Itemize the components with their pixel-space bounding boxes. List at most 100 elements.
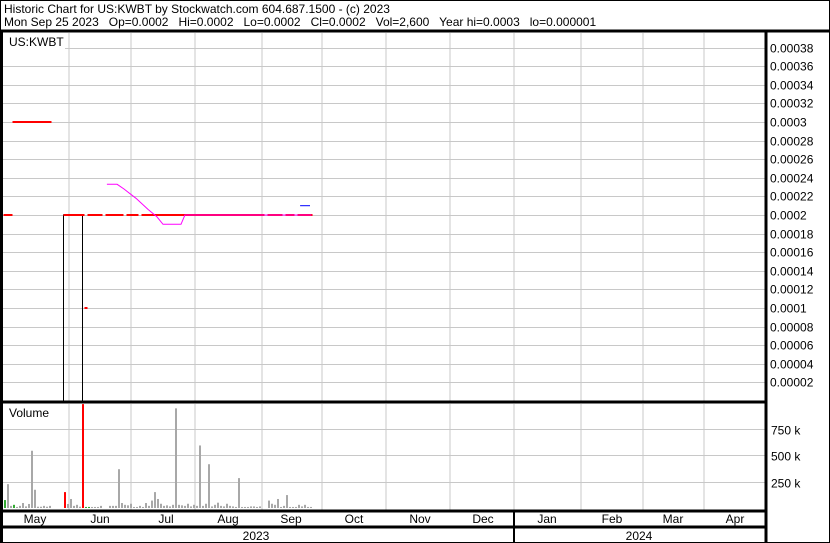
volume-bar [208,464,210,508]
price-tick-label: 0.00018 [770,228,814,242]
price-close-tick [63,214,67,216]
price-tick-label: 0.00008 [770,321,814,335]
price-close-tick [144,214,148,216]
volume-bar [7,484,9,508]
volume-bar [280,506,282,508]
year-label: 2024 [626,529,653,543]
volume-panel-label: Volume [9,406,49,420]
price-tick-label: 0.0003 [770,116,807,130]
volume-bar [154,492,156,508]
volume-bar [115,505,117,508]
volume-bar [64,492,66,508]
price-close-tick [126,214,130,216]
price-tick-label: 0.00006 [770,339,814,353]
volume-bar [127,505,129,508]
price-close-tick [27,121,31,123]
volume-bar [235,506,237,508]
price-tick-label: 0.00012 [770,283,814,297]
month-label: Nov [409,512,430,526]
price-close-tick [177,214,181,216]
volume-bar [31,450,33,508]
quote-summary: Mon Sep 25 2023 Op=0.0002 Hi=0.0002 Lo=0… [4,15,596,29]
volume-bar [247,506,249,508]
price-tick-label: 0.00028 [770,135,814,149]
month-label: Jul [158,512,173,526]
price-close-tick [78,214,82,216]
volume-bar [40,506,42,508]
price-close-tick [66,214,70,216]
volume-bar [139,505,141,508]
volume-bar [19,505,21,508]
volume-bar [175,408,177,508]
volume-bar [43,505,45,508]
volume-bar [28,503,30,508]
price-close-tick [105,214,109,216]
volume-bar [241,506,243,508]
volume-bar [16,506,18,508]
year-label: 2023 [243,529,270,543]
price-close-tick [45,121,49,123]
price-close-tick [162,214,166,216]
volume-bar [184,505,186,508]
price-close-tick [30,121,34,123]
volume-bar [151,500,153,508]
price-tick-label: 0.00002 [770,376,814,390]
volume-bar [211,506,213,508]
price-close-tick [99,214,103,216]
month-label: Mar [663,512,684,526]
price-tick-label: 0.0001 [770,302,807,316]
volume-bar [310,506,312,508]
volume-bar [253,506,255,508]
price-tick-label: 0.00016 [770,246,814,260]
volume-bar [124,504,126,508]
price-close-tick [24,121,28,123]
volume-bar [112,505,114,508]
price-close-tick [180,214,184,216]
volume-bar [97,506,99,508]
volume-bar [130,503,132,508]
volume-bar [298,504,300,508]
price-close-tick [132,214,136,216]
volume-bar [289,506,291,508]
volume-bar [163,505,165,508]
volume-bar [82,404,84,508]
price-close-tick [39,121,43,123]
volume-bar [274,504,276,508]
volume-bar [220,505,222,508]
price-close-tick [69,214,73,216]
volume-bar [187,503,189,508]
volume-bar [91,506,93,508]
price-close-tick [36,121,40,123]
volume-bar [133,506,135,508]
volume-bar [244,506,246,508]
month-label: Sep [280,512,302,526]
price-close-tick [81,214,85,216]
volume-bar [121,503,123,508]
volume-bar [76,504,78,508]
volume-bar [217,502,219,508]
volume-bar [169,506,171,508]
price-close-tick [3,214,7,216]
price-close-tick [21,121,25,123]
volume-bar [277,498,279,508]
price-close-tick [114,214,118,216]
volume-bar [295,506,297,508]
volume-bar [190,506,192,508]
price-close-tick [141,214,145,216]
volume-bar [136,506,138,508]
volume-bar [214,504,216,508]
price-close-tick [93,214,97,216]
price-close-tick [159,214,163,216]
volume-bar [283,505,285,508]
volume-bar [73,505,75,508]
price-close-tick [120,214,124,216]
volume-bar [157,498,159,508]
price-close-tick [48,121,52,123]
volume-bar [85,506,87,508]
price-close-tick [135,214,139,216]
volume-bar [148,505,150,508]
volume-bar [4,500,6,508]
price-close-tick [156,214,160,216]
volume-bar [13,504,15,508]
volume-bar [118,469,120,508]
